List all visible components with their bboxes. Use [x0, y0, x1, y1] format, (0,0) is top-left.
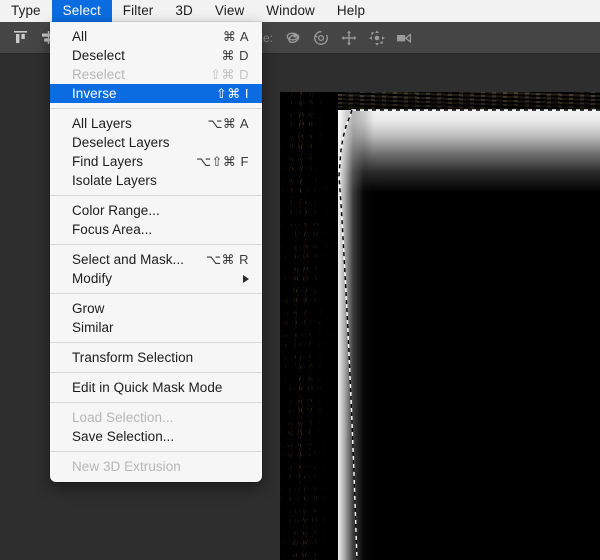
menubar-item-type[interactable]: Type: [0, 0, 52, 22]
menu-item-shortcut: ⇧⌘ D: [210, 66, 249, 82]
menu-separator: [50, 108, 262, 109]
menu-item-label: Load Selection...: [72, 410, 174, 425]
document-canvas[interactable]: [280, 92, 600, 560]
left-gradient-edge: [338, 110, 374, 560]
menu-item-label: Isolate Layers: [72, 173, 157, 188]
menu-item-label: All Layers: [72, 116, 132, 131]
menu-item-find-layers[interactable]: Find Layers ⌥⇧⌘ F: [50, 152, 262, 171]
menubar-item-select[interactable]: Select: [51, 0, 112, 22]
menu-item-label: All: [72, 29, 88, 44]
bark-texture-top: [338, 92, 600, 110]
menu-separator: [50, 451, 262, 452]
menu-item-inverse[interactable]: Inverse ⇧⌘ I: [50, 84, 262, 103]
menu-item-all-layers[interactable]: All Layers ⌥⌘ A: [50, 114, 262, 133]
menu-item-select-and-mask[interactable]: Select and Mask... ⌥⌘ R: [50, 250, 262, 269]
menu-item-save-selection[interactable]: Save Selection...: [50, 427, 262, 446]
align-top-edges-icon[interactable]: [7, 26, 33, 50]
menubar-item-view[interactable]: View: [204, 0, 255, 22]
menu-item-label: Find Layers: [72, 154, 144, 169]
top-gradient-edge: [338, 110, 600, 192]
menu-separator: [50, 342, 262, 343]
menu-item-shortcut: ⌥⌘ A: [207, 115, 249, 131]
menu-item-color-range[interactable]: Color Range...: [50, 201, 262, 220]
slide-3d-icon[interactable]: [364, 26, 390, 50]
menu-item-similar[interactable]: Similar: [50, 318, 262, 337]
menu-item-load-selection: Load Selection...: [50, 408, 262, 427]
menu-item-label: Inverse: [72, 86, 117, 101]
menu-item-shortcut: ⌥⌘ R: [206, 251, 249, 267]
menu-item-edit-in-quick-mask-mode[interactable]: Edit in Quick Mask Mode: [50, 378, 262, 397]
menu-separator: [50, 293, 262, 294]
menu-item-label: Similar: [72, 320, 114, 335]
menu-item-label: Transform Selection: [72, 350, 194, 365]
menu-separator: [50, 372, 262, 373]
select-menu-dropdown[interactable]: All ⌘ A Deselect ⌘ D Reselect ⇧⌘ D Inverse ⇧⌘ I…: [50, 22, 262, 482]
menu-item-reselect: Reselect ⇧⌘ D: [50, 65, 262, 84]
menu-item-label: New 3D Extrusion: [72, 459, 181, 474]
roll-3d-icon[interactable]: [308, 26, 334, 50]
orbit-3d-icon[interactable]: [280, 26, 306, 50]
menu-separator: [50, 402, 262, 403]
menu-item-label: Focus Area...: [72, 222, 153, 237]
menu-item-label: Deselect Layers: [72, 135, 170, 150]
black-shape: [338, 110, 600, 560]
menubar-item-help[interactable]: Help: [326, 0, 376, 22]
menu-item-label: Edit in Quick Mask Mode: [72, 380, 223, 395]
menu-item-label: Deselect: [72, 48, 125, 63]
menu-item-shortcut: ⌥⇧⌘ F: [196, 153, 249, 169]
menu-item-shortcut: ⌘ A: [222, 28, 249, 44]
menu-item-label: Save Selection...: [72, 429, 175, 444]
submenu-arrow-icon: [243, 274, 249, 283]
menu-bar: Type Select Filter 3D View Window Help: [0, 0, 600, 22]
menu-item-shortcut: ⇧⌘ I: [215, 85, 249, 101]
bark-texture: [280, 92, 338, 560]
menu-item-shortcut: ⌘ D: [221, 47, 249, 63]
menu-item-all[interactable]: All ⌘ A: [50, 27, 262, 46]
menu-item-label: Select and Mask...: [72, 252, 184, 267]
menu-item-modify[interactable]: Modify: [50, 269, 262, 288]
menu-item-deselect[interactable]: Deselect ⌘ D: [50, 46, 262, 65]
menubar-item-filter[interactable]: Filter: [112, 0, 165, 22]
menubar-item-window[interactable]: Window: [255, 0, 326, 22]
photoshop-window: 3D Mode:: [0, 0, 600, 560]
menu-item-isolate-layers[interactable]: Isolate Layers: [50, 171, 262, 190]
menubar-item-3d[interactable]: 3D: [164, 0, 203, 22]
3d-mode-button-group: [279, 26, 419, 50]
menu-item-label: Grow: [72, 301, 105, 316]
menu-item-deselect-layers[interactable]: Deselect Layers: [50, 133, 262, 152]
menu-item-grow[interactable]: Grow: [50, 299, 262, 318]
menu-item-label: Color Range...: [72, 203, 160, 218]
menu-item-transform-selection[interactable]: Transform Selection: [50, 348, 262, 367]
pan-3d-icon[interactable]: [336, 26, 362, 50]
menu-item-focus-area[interactable]: Focus Area...: [50, 220, 262, 239]
menu-separator: [50, 195, 262, 196]
menu-separator: [50, 244, 262, 245]
menu-item-new-3d-extrusion: New 3D Extrusion: [50, 457, 262, 476]
camera-3d-icon[interactable]: [392, 26, 418, 50]
menu-item-label: Reselect: [72, 67, 125, 82]
menu-item-label: Modify: [72, 271, 113, 286]
